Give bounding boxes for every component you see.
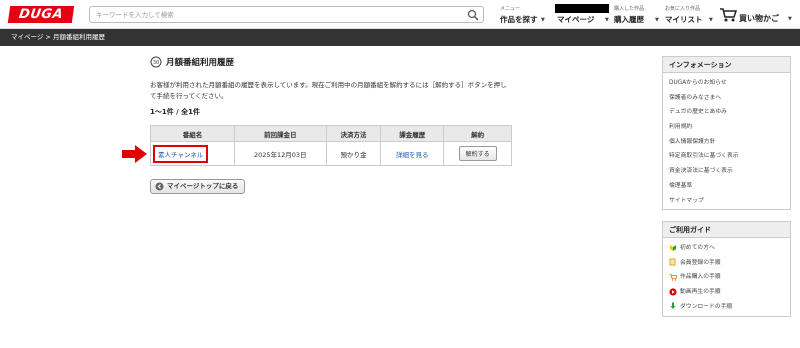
col-last-billing: 前回課金日 — [233, 125, 327, 142]
beginner-icon — [670, 244, 676, 251]
nav-search-works-sub: メニュー — [500, 6, 521, 12]
guide-link[interactable]: 動画再生の手順 — [669, 285, 790, 300]
guide-link[interactable]: 初めての方へ — [669, 241, 790, 256]
info-link[interactable]: 利用規約 — [669, 120, 790, 135]
cell-cancel: 解約する — [443, 141, 512, 166]
cart-icon — [720, 8, 737, 22]
table-header-row: 番組名 前回課金日 決済方法 課金履歴 解約 — [150, 125, 512, 142]
info-link[interactable]: 保護者のみなさまへ — [669, 91, 790, 106]
nav-search-works[interactable]: メニュー 作品を探す ▼ — [500, 3, 550, 27]
cell-program-name: 素人チャンネル — [150, 141, 235, 166]
guide-link-label: 作品購入の手順 — [680, 274, 721, 281]
info-link[interactable]: 個人情報保護方針 — [669, 135, 790, 150]
info-link[interactable]: デュガの歴史とあゆみ — [669, 105, 790, 120]
info-panel-title: インフォメーション — [663, 57, 790, 73]
subscription-table: 番組名 前回課金日 決済方法 課金履歴 解約 素人チャンネル 2025年12月0… — [150, 125, 512, 166]
page-description: お客様が利用された月額番組の履歴を表示しています。現在ご利用中の月額番組を解約す… — [150, 81, 507, 100]
guide-link-label: 初めての方へ — [680, 245, 715, 251]
back-to-mypage-label: マイページトップに戻る — [167, 182, 239, 190]
page-title-text: 月額番組利用履歴 — [166, 58, 235, 68]
nav-mypage-label: マイページ — [557, 15, 595, 24]
table-row: 素人チャンネル 2025年12月03日 預かり金 詳細を見る 解約する — [150, 141, 512, 166]
chevron-down-icon: ▼ — [788, 16, 792, 22]
play-icon — [669, 287, 677, 296]
cell-payment-method: 預かり金 — [325, 141, 382, 166]
chevron-down-icon: ▼ — [541, 17, 545, 23]
back-to-mypage-button[interactable]: マイページトップに戻る — [150, 179, 246, 194]
col-payment-method: 決済方法 — [325, 125, 382, 142]
nav-purchase-history-sub: 購入した作品 — [614, 6, 645, 12]
result-count: 1～1件 / 全1件 — [150, 108, 201, 116]
view-details-link[interactable]: 詳細を見る — [396, 151, 429, 159]
info-link[interactable]: DUGAからのお知らせ — [669, 76, 790, 91]
cell-last-billing: 2025年12月03日 — [233, 141, 327, 166]
info-link[interactable]: 倫理基準 — [669, 179, 790, 194]
arrow-left-circle-icon — [155, 182, 164, 191]
red-arrow-icon — [122, 145, 147, 163]
site-header: DUGA メニュー 作品を探す ▼ マイページ ▼ 購入した作品 購入履歴 ▼ … — [0, 0, 800, 29]
nav-mypage[interactable]: マイページ ▼ — [557, 3, 611, 27]
svg-text:30: 30 — [153, 60, 159, 66]
search-icon[interactable] — [467, 9, 479, 21]
duga-logo[interactable]: DUGA — [7, 6, 75, 23]
nav-mylist-label: マイリスト — [665, 15, 703, 24]
cancel-button[interactable]: 解約する — [458, 146, 497, 161]
guide-link-label: 会員登録の手順 — [680, 259, 721, 266]
info-link[interactable]: サイトマップ — [669, 194, 790, 209]
download-icon — [670, 302, 676, 310]
guide-panel-title: ご利用ガイド — [663, 222, 790, 238]
info-list: DUGAからのお知らせ 保護者のみなさまへ デュガの歴史とあゆみ 利用規約 個人… — [663, 73, 790, 211]
program-link[interactable]: 素人チャンネル — [153, 144, 209, 163]
cart-label: 買い物かご — [739, 14, 779, 23]
nav-search-works-label: 作品を探す — [500, 15, 538, 24]
cell-billing-history: 詳細を見る — [380, 141, 445, 166]
info-panel: インフォメーション DUGAからのお知らせ 保護者のみなさまへ デュガの歴史とあ… — [662, 56, 791, 210]
guide-link[interactable]: ダウンロードの手順 — [669, 300, 790, 315]
guide-link-label: ダウンロードの手順 — [680, 303, 733, 310]
memo-icon — [669, 258, 676, 266]
chevron-down-icon: ▼ — [655, 17, 659, 23]
guide-link[interactable]: 作品購入の手順 — [669, 270, 790, 285]
col-billing-history: 課金履歴 — [380, 125, 445, 142]
search-input[interactable] — [90, 7, 460, 22]
guide-link[interactable]: 会員登録の手順 — [669, 256, 790, 271]
cart-icon — [669, 273, 677, 281]
nav-purchase-history[interactable]: 購入した作品 購入履歴 ▼ — [614, 3, 662, 27]
chevron-down-icon: ▼ — [605, 17, 609, 23]
guide-link-label: 動画再生の手順 — [680, 289, 721, 296]
info-link[interactable]: 資金決済法に基づく表示 — [669, 164, 790, 179]
col-program-name: 番組名 — [150, 125, 235, 142]
info-link[interactable]: 特定商取引法に基づく表示 — [669, 149, 790, 164]
nav-mylist-sub: お気に入り作品 — [665, 6, 701, 12]
search-box — [89, 6, 484, 23]
nav-purchase-history-label: 購入履歴 — [614, 15, 644, 24]
nav-mylist[interactable]: お気に入り作品 マイリスト ▼ — [665, 3, 717, 27]
guide-panel: ご利用ガイド 初めての方へ 会員登録の手順 作品購入の手順 動画再生の手順 ダウ… — [662, 221, 791, 317]
guide-list: 初めての方へ 会員登録の手順 作品購入の手順 動画再生の手順 ダウンロードの手順 — [663, 238, 790, 317]
chevron-down-icon: ▼ — [709, 17, 713, 23]
monthly-30-icon: 30 — [150, 56, 162, 68]
col-cancel: 解約 — [443, 125, 512, 142]
nav-cart[interactable]: 買い物かご ▼ — [719, 4, 799, 26]
breadcrumb[interactable]: マイページ > 月額番組利用履歴 — [0, 29, 800, 46]
